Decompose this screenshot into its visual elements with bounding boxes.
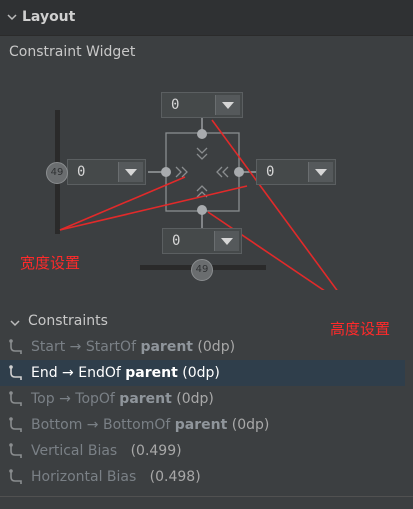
wrap-chevrons-right-icon <box>216 166 229 178</box>
width-annotation-label: 宽度设置 <box>20 254 81 272</box>
constraint-link-icon <box>9 339 22 354</box>
constraint-row-end[interactable]: End → EndOf parent (0dp) <box>0 360 405 386</box>
constraint-link-icon <box>9 391 22 406</box>
vertical-bias-handle[interactable]: 49 <box>46 162 68 184</box>
constraint-link-icon <box>9 469 22 484</box>
bottom-margin-arrow[interactable] <box>214 231 239 251</box>
constraint-row-vertical-bias[interactable]: Vertical Bias (0.499) <box>0 438 405 464</box>
chevron-down-icon[interactable] <box>10 318 20 328</box>
right-margin-value: 0 <box>266 164 275 180</box>
horizontal-bias-handle[interactable]: 49 <box>191 259 213 281</box>
top-margin-value: 0 <box>171 97 180 113</box>
end-anchor-icon <box>234 167 244 177</box>
top-anchor-icon <box>197 129 207 139</box>
layout-title: Layout <box>22 9 76 25</box>
constraint-link-icon <box>9 443 22 458</box>
chevron-down-icon <box>222 101 234 109</box>
wrap-chevrons-top-icon <box>196 147 208 160</box>
wrap-chevrons-left-icon <box>175 166 188 178</box>
widget-box <box>165 132 240 212</box>
top-margin-dropdown[interactable]: 0 <box>161 92 243 118</box>
constraint-widget-title: Constraint Widget <box>9 44 136 60</box>
left-margin-dropdown[interactable]: 0 <box>67 159 146 185</box>
divider <box>0 496 413 497</box>
chevron-down-icon[interactable] <box>7 12 17 22</box>
right-margin-arrow[interactable] <box>308 162 333 182</box>
chevron-down-icon <box>221 237 233 245</box>
height-annotation-lines <box>207 119 338 290</box>
chevron-down-icon <box>315 168 327 176</box>
constraint-link-icon <box>9 417 22 432</box>
constraint-row-start[interactable]: Start → StartOf parent (0dp) <box>0 334 405 360</box>
left-margin-arrow[interactable] <box>118 162 143 182</box>
constraint-row-top[interactable]: Top → TopOf parent (0dp) <box>0 386 405 412</box>
constraint-link-icon <box>9 365 22 380</box>
top-margin-arrow[interactable] <box>215 95 240 115</box>
left-margin-value: 0 <box>77 164 86 180</box>
right-margin-dropdown[interactable]: 0 <box>256 159 336 185</box>
chevron-down-icon <box>125 168 137 176</box>
constraint-row-bottom[interactable]: Bottom → BottomOf parent (0dp) <box>0 412 405 438</box>
start-anchor-icon <box>161 167 171 177</box>
bottom-margin-value: 0 <box>172 233 181 249</box>
constraints-section-title[interactable]: Constraints <box>28 313 108 329</box>
layout-header[interactable]: Layout <box>0 0 413 36</box>
bottom-anchor-icon <box>197 205 207 215</box>
constraint-row-horizontal-bias[interactable]: Horizontal Bias (0.498) <box>0 464 405 490</box>
bottom-margin-dropdown[interactable]: 0 <box>162 228 242 254</box>
